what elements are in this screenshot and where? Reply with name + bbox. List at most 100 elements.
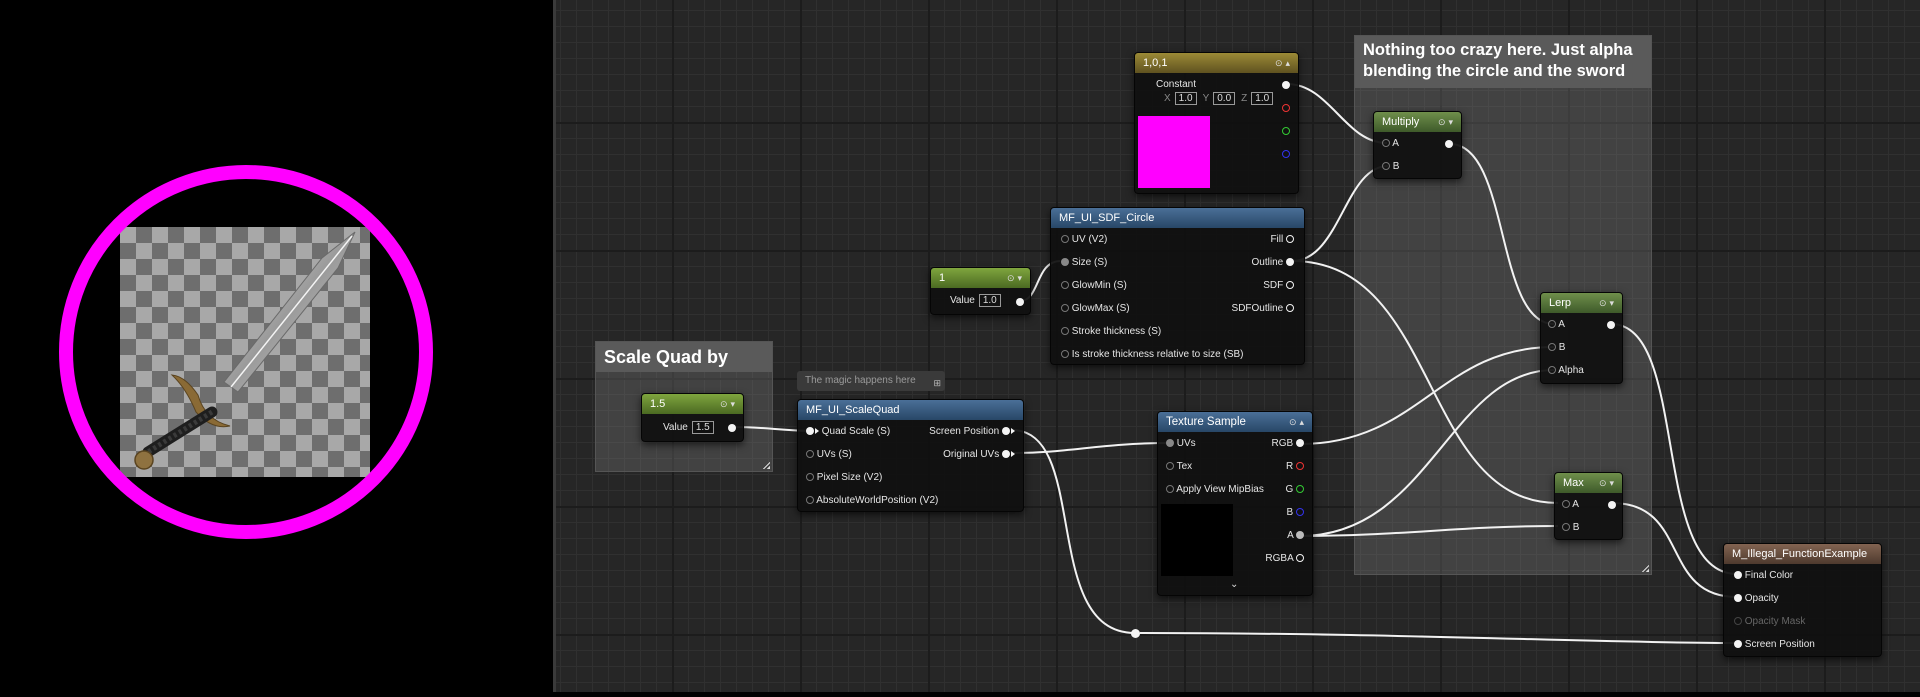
input-stroke-relative[interactable]: Is stroke thickness relative to size (SB… [1061, 348, 1244, 362]
pin-icon[interactable] [1061, 235, 1069, 244]
output-a[interactable]: A [1287, 529, 1304, 543]
output-g[interactable]: G [1285, 483, 1304, 497]
pin-icon[interactable] [1296, 462, 1304, 471]
reroute-node[interactable] [1131, 629, 1140, 638]
pin-icon[interactable] [1548, 366, 1556, 375]
pin-icon[interactable] [1296, 439, 1304, 448]
node-header[interactable]: 1 ⊙▾ [931, 268, 1030, 288]
preview-collapse-icons[interactable]: ⊙▾ [1438, 112, 1456, 132]
node-header[interactable]: M_Illegal_FunctionExample [1724, 544, 1881, 564]
input-final-color[interactable]: Final Color [1734, 569, 1793, 583]
pin-icon[interactable] [1382, 139, 1390, 148]
output-outline[interactable]: Outline [1252, 256, 1294, 270]
pin-icon[interactable] [1061, 281, 1069, 290]
node-header[interactable]: MF_UI_ScaleQuad [798, 400, 1023, 420]
pin-icon[interactable] [1286, 281, 1294, 290]
node-header[interactable]: 1.5 ⊙▾ [642, 394, 743, 414]
input-opacity[interactable]: Opacity [1734, 592, 1779, 606]
input-screen-position[interactable]: Screen Position [1734, 638, 1815, 652]
preview-collapse-icons[interactable]: ⊙▴ [1289, 412, 1307, 432]
resize-handle-icon[interactable] [1641, 564, 1649, 572]
input-a[interactable]: A [1548, 318, 1565, 332]
pin-icon[interactable] [1734, 571, 1742, 580]
pin-icon[interactable] [1002, 427, 1010, 436]
comment-alpha-blend-title[interactable]: Nothing too crazy here. Just alpha blend… [1355, 36, 1651, 88]
expand-chevron-icon[interactable]: ⌄ [1230, 579, 1238, 590]
input-b[interactable]: B [1382, 160, 1399, 174]
pin-icon[interactable] [1734, 594, 1742, 603]
output-rgba[interactable]: RGBA [1265, 552, 1304, 566]
comment-scale-quad-title[interactable]: Scale Quad by [596, 342, 772, 372]
pin-icon[interactable] [1061, 327, 1069, 336]
panel-divider[interactable] [553, 0, 556, 692]
node-header[interactable]: Lerp ⊙▾ [1541, 293, 1622, 313]
output-b[interactable]: B [1287, 506, 1304, 520]
node-constant3vector[interactable]: 1,0,1 ⊙▴ Constant X 1.0 Y 0.0 Z 1.0 [1134, 52, 1299, 194]
input-b[interactable]: B [1562, 521, 1579, 535]
input-pixel-size[interactable]: Pixel Size (V2) [806, 471, 882, 485]
input-uvs[interactable]: UVs [1166, 437, 1196, 451]
output-rgb[interactable]: RGB [1272, 437, 1304, 451]
pin-icon[interactable] [1286, 258, 1294, 267]
output-pin[interactable] [728, 424, 736, 432]
output-pin[interactable] [1608, 501, 1616, 509]
node-multiply[interactable]: Multiply ⊙▾ A B [1373, 111, 1462, 179]
output-screen-position[interactable]: Screen Position [929, 425, 1015, 439]
preview-collapse-icons[interactable]: ⊙▾ [1599, 473, 1617, 493]
input-size[interactable]: Size (S) [1061, 256, 1107, 270]
node-constant-1[interactable]: 1 ⊙▾ Value 1.0 [930, 267, 1031, 315]
node-constant-1-5[interactable]: 1.5 ⊙▾ Value 1.5 [641, 393, 744, 442]
pin-icon[interactable] [1562, 500, 1570, 509]
input-a[interactable]: A [1562, 498, 1579, 512]
preview-collapse-icons[interactable]: ⊙▴ [1275, 53, 1293, 73]
pin-icon[interactable] [1296, 531, 1304, 540]
pin-icon[interactable] [1061, 258, 1069, 267]
resize-handle-icon[interactable] [762, 461, 770, 469]
pin-icon[interactable] [1382, 162, 1390, 171]
output-r[interactable]: R [1286, 460, 1304, 474]
input-stroke-thickness[interactable]: Stroke thickness (S) [1061, 325, 1161, 339]
node-max[interactable]: Max ⊙▾ A B [1554, 472, 1623, 540]
preview-collapse-icons[interactable]: ⊙▾ [1007, 268, 1025, 288]
node-header[interactable]: MF_UI_SDF_Circle [1051, 208, 1304, 228]
pin-icon[interactable] [1734, 617, 1742, 626]
pin-icon[interactable] [806, 427, 814, 436]
value-field[interactable]: 1.5 [691, 421, 714, 434]
pin-icon[interactable] [1061, 304, 1069, 313]
pin-icon[interactable] [1548, 320, 1556, 329]
node-texture-sample[interactable]: Texture Sample ⊙▴ UVs Tex Apply View Mip… [1157, 411, 1313, 596]
pin-icon[interactable] [1548, 343, 1556, 352]
pin-icon[interactable] [1286, 304, 1294, 313]
pin-icon[interactable] [1296, 554, 1304, 563]
input-a[interactable]: A [1382, 137, 1399, 151]
node-header[interactable]: Texture Sample ⊙▴ [1158, 412, 1312, 432]
pin-icon[interactable] [1562, 523, 1570, 532]
pin-icon[interactable] [1166, 485, 1174, 494]
pin-icon[interactable] [806, 496, 814, 505]
y-value-field[interactable]: 0.0 [1213, 92, 1236, 105]
output-pin-r[interactable] [1282, 104, 1290, 112]
node-header[interactable]: Multiply ⊙▾ [1374, 112, 1461, 132]
output-pin[interactable] [1445, 140, 1453, 148]
pin-icon[interactable] [1002, 450, 1010, 459]
input-uv[interactable]: UV (V2) [1061, 233, 1107, 247]
input-alpha[interactable]: Alpha [1548, 364, 1584, 378]
x-value-field[interactable]: 1.0 [1174, 92, 1197, 105]
node-lerp[interactable]: Lerp ⊙▾ A B Alpha [1540, 292, 1623, 384]
pin-icon[interactable] [1296, 485, 1304, 494]
node-header[interactable]: Max ⊙▾ [1555, 473, 1622, 493]
pin-icon[interactable] [1286, 235, 1294, 244]
z-value-field[interactable]: 1.0 [1251, 92, 1274, 105]
pin-icon[interactable] [1734, 640, 1742, 649]
preview-collapse-icons[interactable]: ⊙▾ [720, 394, 738, 414]
input-apply-view-mipbias[interactable]: Apply View MipBias [1166, 483, 1264, 497]
comment-bubble[interactable]: The magic happens here ⊞ [797, 371, 945, 391]
output-pin-rgb[interactable] [1282, 81, 1290, 89]
pin-icon[interactable]: ⊞ [933, 373, 941, 393]
pin-icon[interactable] [1296, 508, 1304, 517]
pin-icon[interactable] [806, 450, 814, 459]
input-b[interactable]: B [1548, 341, 1565, 355]
output-pin[interactable] [1016, 298, 1024, 306]
input-glowmin[interactable]: GlowMin (S) [1061, 279, 1127, 293]
node-mf-ui-scalequad[interactable]: MF_UI_ScaleQuad Quad Scale (S) UVs (S) P… [797, 399, 1024, 512]
